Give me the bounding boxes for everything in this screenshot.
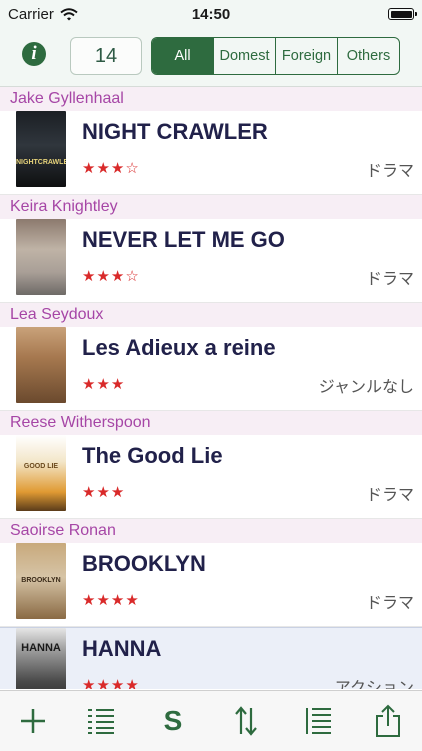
movie-poster: BROOKLYN — [16, 543, 66, 619]
share-icon — [376, 704, 400, 737]
movie-genre: アクション — [334, 680, 414, 689]
section-header: Saoirse Ronan — [0, 519, 422, 543]
battery-icon — [388, 8, 417, 20]
numbered-list-button[interactable] — [294, 691, 342, 751]
poster-title: BROOKLYN — [21, 577, 61, 584]
movie-row[interactable]: NEVER LET ME GO ★★★☆ ドラマ — [0, 219, 422, 303]
movie-poster: HANNA — [16, 628, 66, 689]
movie-poster — [16, 327, 66, 403]
movie-rating: ★★★★ — [82, 592, 140, 609]
s-icon: S — [163, 705, 183, 736]
movie-title: The Good Lie — [82, 443, 223, 468]
sort-icon — [235, 706, 257, 736]
movie-title: Les Adieux a reine — [82, 335, 276, 360]
movie-genre: ドラマ — [365, 163, 414, 180]
checklist-icon — [88, 709, 114, 734]
top-toolbar: i 14 All Domest Foreign Others — [0, 30, 422, 87]
poster-title: HANNA — [21, 642, 61, 654]
battery-fill — [390, 10, 412, 18]
status-bar: Carrier 14:50 — [0, 0, 422, 30]
movie-rating: ★★★☆ — [82, 268, 140, 285]
s-button[interactable]: S — [149, 691, 197, 751]
poster-title: NIGHTCRAWLER — [16, 159, 66, 166]
filter-domestic[interactable]: Domest — [213, 38, 275, 74]
movie-genre: ドラマ — [365, 487, 414, 504]
movie-genre: ドラマ — [365, 271, 414, 288]
filter-segmented-control: All Domest Foreign Others — [151, 37, 400, 75]
movie-genre: ドラマ — [365, 595, 414, 612]
movie-title: NEVER LET ME GO — [82, 227, 285, 252]
add-button[interactable] — [9, 691, 57, 751]
movie-genre: ジャンルなし — [318, 379, 414, 396]
movie-title: HANNA — [82, 636, 162, 661]
section-header: Jake Gyllenhaal — [0, 87, 422, 111]
movie-list[interactable]: Jake Gyllenhaal NIGHTCRAWLER NIGHT CRAWL… — [0, 87, 422, 689]
filter-foreign[interactable]: Foreign — [275, 38, 337, 74]
movie-row[interactable]: HANNA HANNA ★★★★ アクション — [0, 627, 422, 689]
movie-rating: ★★★ — [82, 376, 126, 393]
movie-title: BROOKLYN — [82, 551, 206, 576]
movie-rating: ★★★★ — [82, 677, 140, 689]
movie-poster — [16, 219, 66, 295]
filter-all[interactable]: All — [152, 38, 213, 74]
checklist-button[interactable] — [77, 691, 125, 751]
info-icon[interactable]: i — [22, 42, 46, 66]
movie-poster: GOOD LIE — [16, 435, 66, 511]
movie-row[interactable]: GOOD LIE The Good Lie ★★★ ドラマ — [0, 435, 422, 519]
filter-others[interactable]: Others — [337, 38, 399, 74]
movie-row[interactable]: BROOKLYN BROOKLYN ★★★★ ドラマ — [0, 543, 422, 627]
sort-button[interactable] — [222, 691, 270, 751]
movie-row[interactable]: NIGHTCRAWLER NIGHT CRAWLER ★★★☆ ドラマ — [0, 111, 422, 195]
section-header: Reese Witherspoon — [0, 411, 422, 435]
numbered-list-icon — [306, 708, 331, 734]
movie-rating: ★★★☆ — [82, 160, 140, 177]
movie-rating: ★★★ — [82, 484, 126, 501]
share-button[interactable] — [364, 691, 412, 751]
carrier: Carrier — [8, 6, 78, 23]
wifi-icon — [60, 8, 78, 21]
movie-count-button[interactable]: 14 — [70, 37, 142, 75]
plus-icon — [21, 709, 45, 733]
bottom-toolbar: S — [0, 690, 422, 751]
poster-title: GOOD LIE — [23, 463, 59, 470]
movie-title: NIGHT CRAWLER — [82, 119, 268, 144]
movie-row[interactable]: Les Adieux a reine ★★★ ジャンルなし — [0, 327, 422, 411]
movie-poster: NIGHTCRAWLER — [16, 111, 66, 187]
carrier-label: Carrier — [8, 6, 54, 23]
section-header: Lea Seydoux — [0, 303, 422, 327]
section-header: Keira Knightley — [0, 195, 422, 219]
